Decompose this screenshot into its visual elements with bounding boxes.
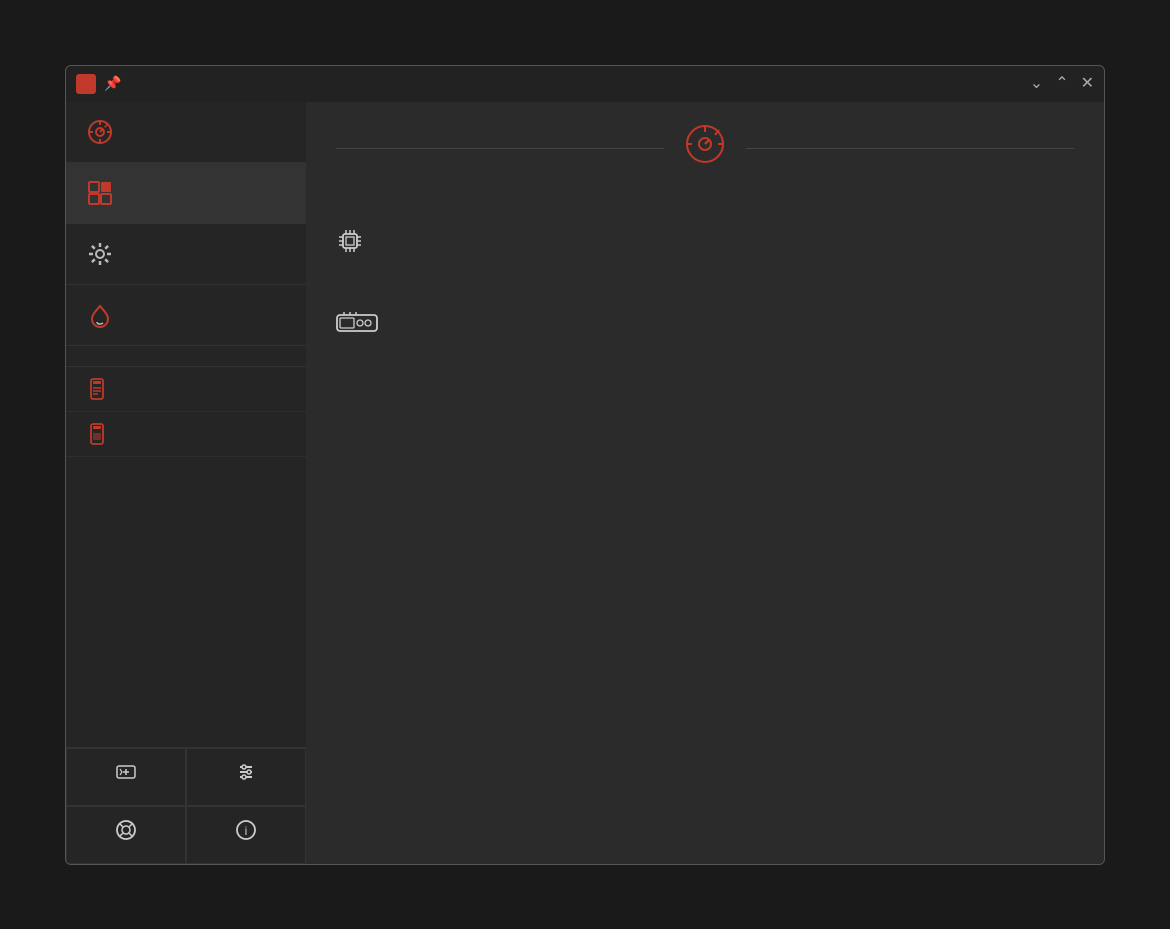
tools-icon (86, 240, 114, 268)
minimize-icon[interactable]: ⌄ (1030, 76, 1043, 92)
info-button[interactable]: i (186, 806, 306, 864)
titlebar-left: 📌 (76, 74, 121, 94)
sidebar-item-dashboard[interactable] (66, 102, 306, 163)
gpu-section-header (336, 311, 1074, 341)
deutsch-icon (115, 761, 137, 789)
app-window: 📌 ⌄ ⌃ ✕ (65, 65, 1105, 865)
profile-1-icon (86, 378, 108, 400)
cpu-icon (336, 227, 364, 261)
sidebar: i (66, 102, 306, 864)
info-icon: i (235, 819, 257, 847)
support-button[interactable] (66, 806, 186, 864)
titlebar: 📌 ⌄ ⌃ ✕ (66, 66, 1104, 102)
profile-2-icon (86, 423, 108, 445)
sidebar-item-aquaris[interactable] (66, 285, 306, 346)
app-icon (76, 74, 96, 94)
sidebar-bottom: i (66, 747, 306, 864)
pin-icon[interactable]: 📌 (104, 75, 121, 92)
dashboard-icon (86, 118, 114, 146)
left-divider (336, 148, 664, 149)
svg-text:i: i (245, 824, 248, 838)
header-divider (336, 122, 1074, 175)
used-profiles-label (66, 346, 306, 367)
gpu-icon (336, 311, 378, 341)
close-icon[interactable]: ✕ (1081, 76, 1094, 92)
profile-item-1[interactable] (66, 367, 306, 412)
window-controls: ⌄ ⌃ ✕ (1030, 76, 1094, 92)
main-header (336, 122, 1074, 187)
main-panel (306, 102, 1104, 864)
aquaris-icon (86, 301, 114, 329)
sidebar-nav (66, 102, 306, 747)
maximize-icon[interactable]: ⌃ (1055, 76, 1068, 92)
settings-button[interactable] (186, 748, 306, 806)
profile-item-2[interactable] (66, 412, 306, 457)
cpu-section-header (336, 227, 1074, 261)
profiles-icon (86, 179, 114, 207)
sidebar-item-tools[interactable] (66, 224, 306, 285)
support-icon (115, 819, 137, 847)
sidebar-item-profiles[interactable] (66, 163, 306, 224)
deutsch-button[interactable] (66, 748, 186, 806)
right-divider (746, 148, 1074, 149)
settings-icon (235, 761, 257, 789)
system-monitor-icon (680, 122, 730, 175)
content: i (66, 102, 1104, 864)
